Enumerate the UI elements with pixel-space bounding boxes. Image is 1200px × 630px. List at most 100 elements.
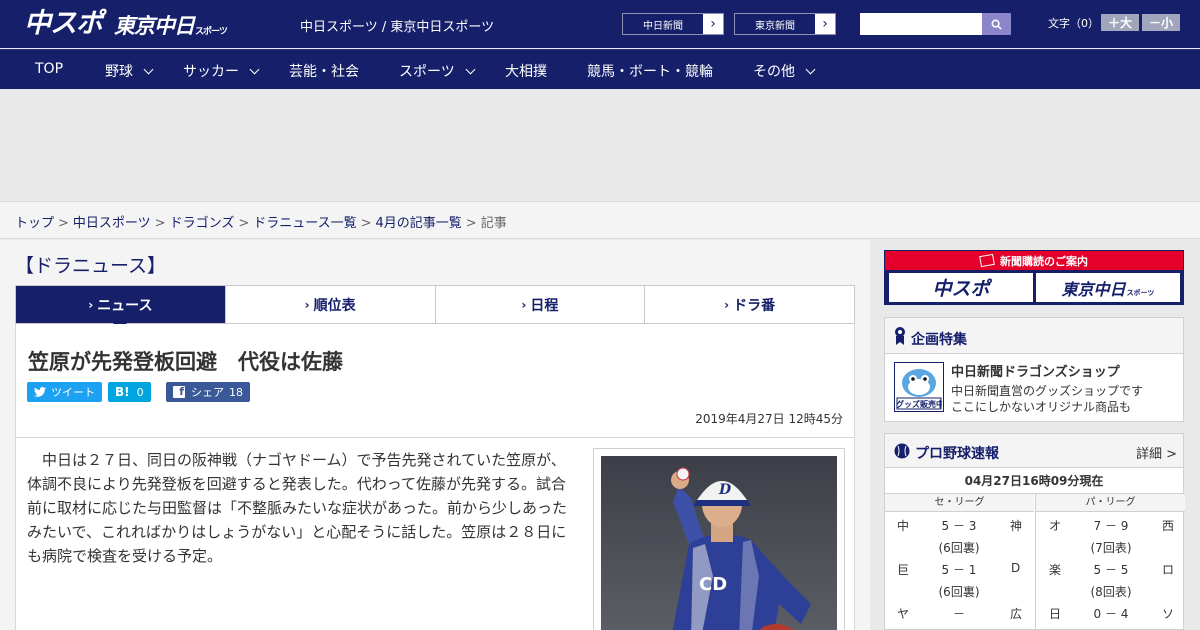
home-team: ヤ xyxy=(897,607,910,621)
breadcrumb-separator: > xyxy=(154,216,166,231)
svg-text:D: D xyxy=(718,482,732,498)
article-photo-frame[interactable]: D CD xyxy=(593,448,845,630)
logo-chunichi-sports: 中スポ xyxy=(24,8,103,39)
subscription-box: 新聞購読のご案内 中スポ 東京中日 スポーツ xyxy=(884,250,1184,305)
baseball-icon xyxy=(894,443,910,459)
dragons-shop-title[interactable]: 中日新聞ドラゴンズショップ xyxy=(951,361,1120,380)
nav-item-soccer[interactable]: サッカー xyxy=(183,61,260,81)
breadcrumb-link-april-articles[interactable]: 4月の記事一覧 xyxy=(376,216,462,231)
breadcrumb-link-top[interactable]: トップ xyxy=(15,216,54,231)
search-button[interactable] xyxy=(982,13,1011,35)
special-features-title: 企画特集 xyxy=(911,332,967,348)
publish-date: 2019年4月27日 12時45分 xyxy=(695,412,843,426)
article-body: 中日は２７日、同日の阪神戦（ナゴヤドーム）で予告先発されていた笠原が、体調不良に… xyxy=(15,438,855,630)
newspaper-icon xyxy=(979,253,995,268)
nav-item-top[interactable]: TOP xyxy=(35,61,63,77)
breadcrumb-link-chunichi-sports[interactable]: 中日スポーツ xyxy=(73,216,151,231)
site-links[interactable]: 中日スポーツ / 東京中日スポーツ xyxy=(300,16,494,35)
hatena-icon: B! xyxy=(115,385,130,399)
chevron-right-icon: › xyxy=(304,297,310,312)
away-team: ソ xyxy=(1162,607,1175,621)
section-title: 【ドラニュース】 xyxy=(15,255,167,277)
search-box xyxy=(860,13,1011,35)
tab-reporter[interactable]: › ドラ番 xyxy=(645,286,854,323)
search-input[interactable] xyxy=(860,13,982,35)
subscribe-tokyo-chunichi-button[interactable]: 東京中日 スポーツ xyxy=(1036,273,1180,302)
article-photo: D CD xyxy=(601,456,837,630)
nav-item-entertainment[interactable]: 芸能・社会 xyxy=(289,61,359,81)
chevron-right-icon: › xyxy=(710,16,716,32)
chevron-right-icon: › xyxy=(88,297,94,312)
tab-label: 日程 xyxy=(530,297,559,314)
subscription-header[interactable]: 新聞購読のご案内 xyxy=(885,251,1183,270)
central-league-header: セ・リーグ xyxy=(885,494,1034,512)
chevron-right-icon: › xyxy=(724,297,730,312)
tab-label: ドラ番 xyxy=(733,297,776,314)
tweet-label: ツイート xyxy=(51,386,95,399)
news-tabs: › ニュース › 順位表 › 日程 › ドラ番 xyxy=(15,285,855,331)
article-text: 中日は２７日、同日の阪神戦（ナゴヤドーム）で予告先発されていた笠原が、体調不良に… xyxy=(27,451,568,565)
article-header: 笠原が先発登板回避 代役は佐藤 ツイート B! 0 f シェア 18 2019年… xyxy=(15,324,855,438)
nav-item-racing[interactable]: 競馬・ボート・競輪 xyxy=(587,61,713,81)
dragons-shop-thumbnail[interactable]: グッズ販売中 xyxy=(894,362,944,412)
tab-label: 順位表 xyxy=(313,297,356,314)
breadcrumb-separator: > xyxy=(465,216,477,231)
nav-item-baseball[interactable]: 野球 xyxy=(105,61,154,81)
hatena-count: 0 xyxy=(136,385,144,399)
nav-item-other[interactable]: その他 xyxy=(753,61,816,81)
tab-news[interactable]: › ニュース xyxy=(16,286,226,331)
breadcrumb-bar: トップ > 中日スポーツ > ドラゴンズ > ドラニュース一覧 >4月の記事一覧 > 記事 xyxy=(0,201,1200,239)
game-score: － xyxy=(952,607,965,621)
scores-title: プロ野球速報 xyxy=(915,446,999,462)
chevron-right-icon: › xyxy=(521,297,527,312)
article-headline: 笠原が先発登板回避 代役は佐藤 xyxy=(28,350,343,374)
dragons-shop-description-line2: ここにしかないオリジナル商品も xyxy=(951,400,1132,414)
chevron-down-icon xyxy=(143,64,154,74)
away-team: 神 xyxy=(1010,519,1023,533)
scores-updated-time: 04月27日16時09分現在 xyxy=(885,468,1183,494)
breadcrumb-link-dra-news-list[interactable]: ドラニュース一覧 xyxy=(253,216,356,231)
away-team: D xyxy=(1011,561,1021,575)
home-team: オ xyxy=(1049,519,1062,533)
facebook-share-button[interactable]: f シェア 18 xyxy=(166,382,250,402)
pitcher-photo-illustration: D CD xyxy=(601,456,837,630)
subscription-label: 新聞購読のご案内 xyxy=(1000,254,1088,268)
dragons-shop-description-line1: 中日新聞直営のグッズショップです xyxy=(951,384,1144,398)
dragons-shop-thumbnail-label: グッズ販売中 xyxy=(896,400,942,409)
nav-item-sports[interactable]: スポーツ xyxy=(399,61,476,81)
chunichi-shimbun-button[interactable]: 中日新聞 › xyxy=(622,13,724,35)
hatena-bookmark-button[interactable]: B! 0 xyxy=(108,382,151,402)
breadcrumb-current: 記事 xyxy=(480,216,507,231)
tab-schedule[interactable]: › 日程 xyxy=(436,286,646,323)
search-icon xyxy=(991,19,1002,30)
nav-item-sumo[interactable]: 大相撲 xyxy=(505,61,547,81)
main-nav: TOP 野球 サッカー 芸能・社会 スポーツ 大相撲 競馬・ボート・競輪 その他 xyxy=(0,49,1200,89)
away-team: 西 xyxy=(1162,519,1175,533)
home-team: 日 xyxy=(1049,607,1062,621)
chevron-down-icon xyxy=(249,64,260,74)
tab-standings[interactable]: › 順位表 xyxy=(226,286,436,323)
home-team: 中 xyxy=(897,519,910,533)
pacific-league-header: パ・リーグ xyxy=(1036,494,1185,512)
game-score: 0 － 4 xyxy=(1093,607,1129,621)
site-logo[interactable]: 中スポ 東京中日 スポーツ xyxy=(24,8,228,40)
tweet-button[interactable]: ツイート xyxy=(27,382,102,402)
font-larger-button[interactable]: ＋大 xyxy=(1101,14,1139,31)
game-score: 7 － 9 xyxy=(1093,519,1129,533)
nav-item-label: スポーツ xyxy=(399,64,455,80)
special-features-box: 企画特集 グッズ販売中 中日新聞ドラゴンズショップ 中日新聞直営のグッズショップ… xyxy=(884,317,1184,422)
subscribe-chunichi-sports-button[interactable]: 中スポ xyxy=(889,273,1033,302)
nav-item-label: その他 xyxy=(753,64,795,80)
breadcrumb-link-dragons[interactable]: ドラゴンズ xyxy=(170,216,235,231)
nav-item-label: TOP xyxy=(35,61,64,77)
chevron-down-icon xyxy=(805,64,816,74)
tokyo-shimbun-button[interactable]: 東京新聞 › xyxy=(734,13,836,35)
scores-header: プロ野球速報 詳細 > xyxy=(885,434,1183,468)
nav-item-label: サッカー xyxy=(183,64,239,80)
scores-details-link[interactable]: 詳細 > xyxy=(1136,443,1177,462)
pro-baseball-scores-box: プロ野球速報 詳細 > 04月27日16時09分現在 セ・リーグ パ・リーグ 中… xyxy=(884,433,1185,630)
facebook-icon: f xyxy=(173,385,185,398)
facebook-share-label: シェア xyxy=(191,386,224,399)
font-smaller-button[interactable]: －小 xyxy=(1142,14,1180,31)
chevron-right-icon: › xyxy=(822,16,828,32)
